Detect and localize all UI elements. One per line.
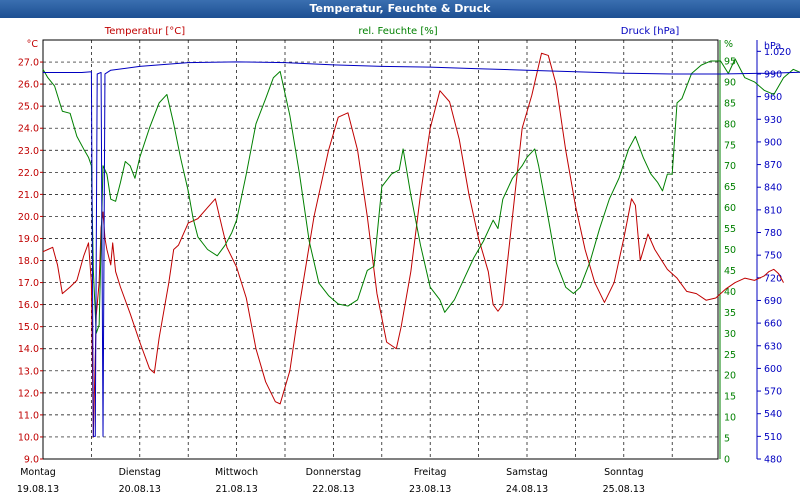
left-tick-label: 24.0 [18,124,39,135]
left-tick-label: 16.0 [18,300,39,311]
left-tick-label: 18.0 [18,256,39,267]
right-tick-label: 840 [764,183,782,194]
plot-area [43,40,718,459]
mid-tick-label: 35 [724,308,736,319]
left-axis-unit: °C [27,39,39,50]
mid-tick-label: 15 [724,392,736,403]
x-tick-day: Mittwoch [215,467,258,478]
right-axis-title: Druck [hPa] [621,26,680,37]
x-tick-day: Samstag [506,467,548,478]
x-tick-date: 25.08.13 [603,484,645,495]
right-tick-label: 750 [764,251,782,262]
mid-tick-label: 70 [724,161,736,172]
right-tick-label: 660 [764,319,782,330]
x-tick-date: 23.08.13 [409,484,451,495]
mid-tick-label: 65 [724,182,736,193]
right-tick-label: 900 [764,137,782,148]
chart-svg: Temperatur [°C] rel. Feuchte [%] Druck [hP… [17,26,800,495]
left-tick-label: 13.0 [18,366,39,377]
x-tick-date: 24.08.13 [506,484,548,495]
right-tick-label: 480 [764,455,782,466]
chart-window: Temperatur, Feuchte & Druck Temperatur [… [0,0,800,500]
mid-tick-label: 90 [724,77,736,88]
mid-tick-label: 25 [724,350,736,361]
left-tick-label: 15.0 [18,322,39,333]
right-tick-label: 780 [764,228,782,239]
mid-tick-label: 10 [724,413,736,424]
right-tick-label: 930 [764,115,782,126]
mid-tick-label: 0 [724,455,730,466]
right-tick-label: 870 [764,160,782,171]
x-tick-date: 22.08.13 [312,484,354,495]
left-tick-label: 20.0 [18,212,39,223]
x-tick-day: Montag [20,467,56,478]
mid-tick-label: 60 [724,203,736,214]
mid-tick-label: 95 [724,56,736,67]
x-tick-day: Sonntag [604,467,643,478]
left-tick-label: 19.0 [18,234,39,245]
mid-tick-label: 50 [724,245,736,256]
mid-tick-label: 75 [724,140,736,151]
left-tick-label: 10.0 [18,432,39,443]
right-tick-label: 630 [764,341,782,352]
x-tick-date: 19.08.13 [17,484,59,495]
left-tick-label: 25.0 [18,102,39,113]
left-tick-label: 23.0 [18,146,39,157]
right-tick-label: 570 [764,387,782,398]
mid-tick-label: 45 [724,266,736,277]
right-tick-label: 690 [764,296,782,307]
left-tick-label: 11.0 [18,410,39,421]
left-tick-label: 27.0 [18,58,39,69]
right-tick-label: 810 [764,205,782,216]
mid-tick-label: 80 [724,119,736,130]
right-tick-label: 600 [764,364,782,375]
left-tick-label: 17.0 [18,278,39,289]
mid-tick-label: 85 [724,98,736,109]
left-axis-title: Temperatur [°C] [104,26,185,37]
left-tick-label: 26.0 [18,80,39,91]
mid-tick-label: 20 [724,371,736,382]
left-tick-label: 9.0 [24,455,39,466]
right-tick-label: 540 [764,409,782,420]
x-tick-date: 21.08.13 [215,484,257,495]
x-tick-day: Dienstag [119,467,161,478]
left-tick-label: 12.0 [18,388,39,399]
left-tick-label: 22.0 [18,168,39,179]
mid-tick-label: 55 [724,224,736,235]
right-tick-label: 1.020 [764,47,791,58]
mid-axis-title: rel. Feuchte [%] [358,26,437,37]
right-tick-label: 990 [764,69,782,80]
left-tick-label: 21.0 [18,190,39,201]
mid-tick-label: 30 [724,329,736,340]
x-tick-date: 20.08.13 [119,484,161,495]
x-tick-day: Donnerstag [306,467,361,478]
mid-tick-label: 5 [724,434,730,445]
right-tick-label: 510 [764,432,782,443]
mid-axis-unit: % [724,39,733,50]
left-tick-label: 14.0 [18,344,39,355]
x-tick-day: Freitag [414,467,447,478]
